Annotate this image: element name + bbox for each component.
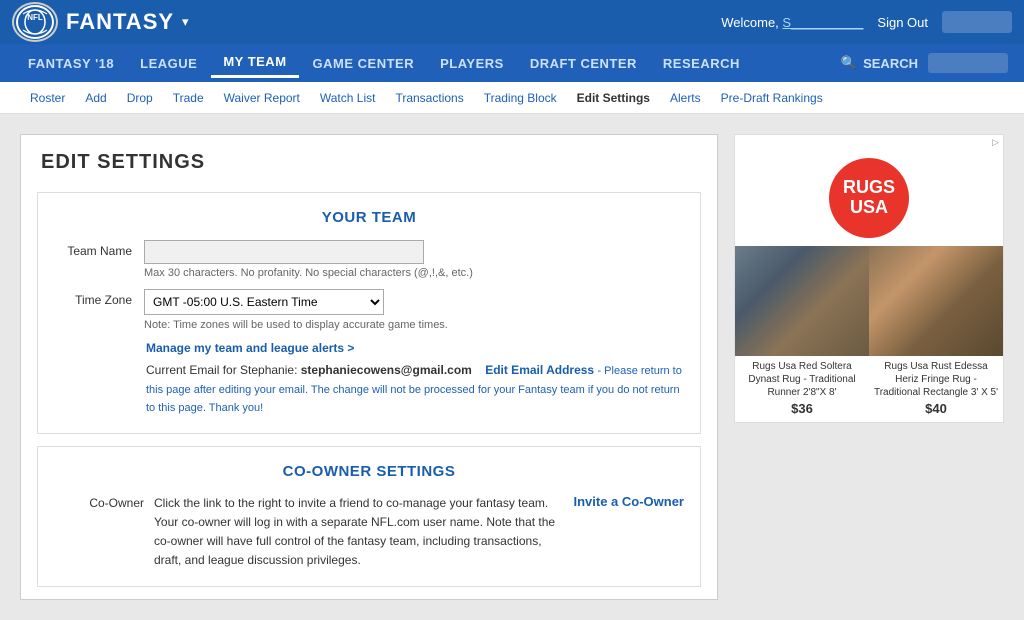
ad-header: ▷ <box>735 135 1003 150</box>
rug-item-right[interactable]: Rugs Usa Rust Edessa Heriz Fringe Rug - … <box>869 246 1003 422</box>
invite-co-owner-link[interactable]: Invite a Co-Owner <box>573 494 684 509</box>
co-owner-title: CO-OWNER SETTINGS <box>54 463 684 480</box>
rug-price-right: $40 <box>869 401 1003 422</box>
fantasy-dropdown-chevron[interactable]: ▾ <box>182 14 189 30</box>
top-bar-left: NFL FANTASY ▾ <box>12 2 189 42</box>
team-name-input[interactable] <box>144 240 424 264</box>
rugs-usa-brand-text: RUGS USA <box>829 178 909 218</box>
subnav-roster[interactable]: Roster <box>20 87 75 109</box>
subnav-transactions[interactable]: Transactions <box>385 87 473 109</box>
rug-item-left[interactable]: Rugs Usa Red Soltera Dynast Rug - Tradit… <box>735 246 869 422</box>
edit-email-link[interactable]: Edit Email Address <box>485 363 594 377</box>
your-team-section: YOUR TEAM Team Name Max 30 characters. N… <box>37 192 701 434</box>
team-name-field-area: Max 30 characters. No profanity. No spec… <box>144 240 684 279</box>
nav-right: 🔍 SEARCH <box>841 53 1008 73</box>
rugs-usa-logo[interactable]: RUGS USA <box>829 158 909 238</box>
content-right: ▷ RUGS USA Rugs Usa Red Soltera Dynast R… <box>734 134 1004 600</box>
subnav-tradingblock[interactable]: Trading Block <box>474 87 567 109</box>
top-bar-right: Welcome, S__________ Sign Out <box>721 11 1012 33</box>
time-zone-hint: Note: Time zones will be used to display… <box>144 319 684 331</box>
content-left: EDIT SETTINGS YOUR TEAM Team Name Max 30… <box>20 134 718 600</box>
nav-item-fantasy18[interactable]: FANTASY '18 <box>16 50 126 77</box>
subnav-drop[interactable]: Drop <box>117 87 163 109</box>
time-zone-label: Time Zone <box>54 289 144 307</box>
search-label: SEARCH <box>863 56 918 71</box>
sign-out-link[interactable]: Sign Out <box>877 15 928 30</box>
top-bar: NFL FANTASY ▾ Welcome, S__________ Sign … <box>0 0 1024 44</box>
welcome-name: S__________ <box>782 15 863 30</box>
nav-item-research[interactable]: RESEARCH <box>651 50 752 77</box>
nav-profile-avatar <box>928 53 1008 73</box>
svg-text:NFL: NFL <box>27 13 43 22</box>
main-content: EDIT SETTINGS YOUR TEAM Team Name Max 30… <box>0 114 1024 620</box>
subnav-add[interactable]: Add <box>75 87 116 109</box>
search-icon: 🔍 <box>841 55 857 71</box>
page-title: EDIT SETTINGS <box>21 135 717 184</box>
co-owner-section: CO-OWNER SETTINGS Co-Owner Click the lin… <box>37 446 701 588</box>
rug-image-left <box>735 246 869 356</box>
top-bar-avatar <box>942 11 1012 33</box>
team-name-label: Team Name <box>54 240 144 258</box>
time-zone-field-area: GMT -05:00 U.S. Eastern Time Note: Time … <box>144 289 684 331</box>
subnav-watchlist[interactable]: Watch List <box>310 87 386 109</box>
team-name-row: Team Name Max 30 characters. No profanit… <box>54 240 684 279</box>
email-prefix: Current Email for Stephanie: <box>146 363 297 377</box>
email-row: Current Email for Stephanie: stephanieco… <box>146 361 684 417</box>
nfl-logo: NFL <box>12 2 58 42</box>
rug-price-left: $36 <box>735 401 869 422</box>
rug-image-right <box>869 246 1003 356</box>
nav-item-myteam[interactable]: MY TEAM <box>211 48 298 78</box>
nav-item-draftcenter[interactable]: DRAFT CENTER <box>518 50 649 77</box>
nav-left: FANTASY '18 LEAGUE MY TEAM GAME CENTER P… <box>16 48 752 78</box>
fantasy-brand-text: FANTASY <box>66 9 174 35</box>
nav-item-league[interactable]: LEAGUE <box>128 50 209 77</box>
subnav-predraftrankings[interactable]: Pre-Draft Rankings <box>711 87 833 109</box>
search-area[interactable]: 🔍 SEARCH <box>841 55 918 71</box>
co-owner-row: Co-Owner Click the link to the right to … <box>54 494 684 571</box>
subnav-trade[interactable]: Trade <box>163 87 214 109</box>
subnav-alerts[interactable]: Alerts <box>660 87 711 109</box>
welcome-text: Welcome, S__________ <box>721 15 863 30</box>
your-team-title: YOUR TEAM <box>54 209 684 226</box>
rug-caption-left: Rugs Usa Red Soltera Dynast Rug - Tradit… <box>735 356 869 401</box>
rug-images-row: Rugs Usa Red Soltera Dynast Rug - Tradit… <box>735 246 1003 422</box>
ad-container: ▷ RUGS USA Rugs Usa Red Soltera Dynast R… <box>734 134 1004 423</box>
subnav-editsettings[interactable]: Edit Settings <box>567 87 660 109</box>
email-address: stephaniecowens@gmail.com <box>301 363 472 377</box>
co-owner-label: Co-Owner <box>54 494 144 510</box>
ad-label: ▷ <box>992 137 999 148</box>
nav-item-players[interactable]: PLAYERS <box>428 50 516 77</box>
time-zone-select[interactable]: GMT -05:00 U.S. Eastern Time <box>144 289 384 315</box>
co-owner-description: Click the link to the right to invite a … <box>154 494 563 571</box>
time-zone-row: Time Zone GMT -05:00 U.S. Eastern Time N… <box>54 289 684 331</box>
subnav-waiverreport[interactable]: Waiver Report <box>214 87 310 109</box>
nav-item-gamecenter[interactable]: GAME CENTER <box>301 50 427 77</box>
manage-alerts-link[interactable]: Manage my team and league alerts > <box>146 341 684 355</box>
team-name-hint: Max 30 characters. No profanity. No spec… <box>144 267 684 279</box>
sub-nav: Roster Add Drop Trade Waiver Report Watc… <box>0 82 1024 114</box>
main-nav: FANTASY '18 LEAGUE MY TEAM GAME CENTER P… <box>0 44 1024 82</box>
rug-caption-right: Rugs Usa Rust Edessa Heriz Fringe Rug - … <box>869 356 1003 401</box>
